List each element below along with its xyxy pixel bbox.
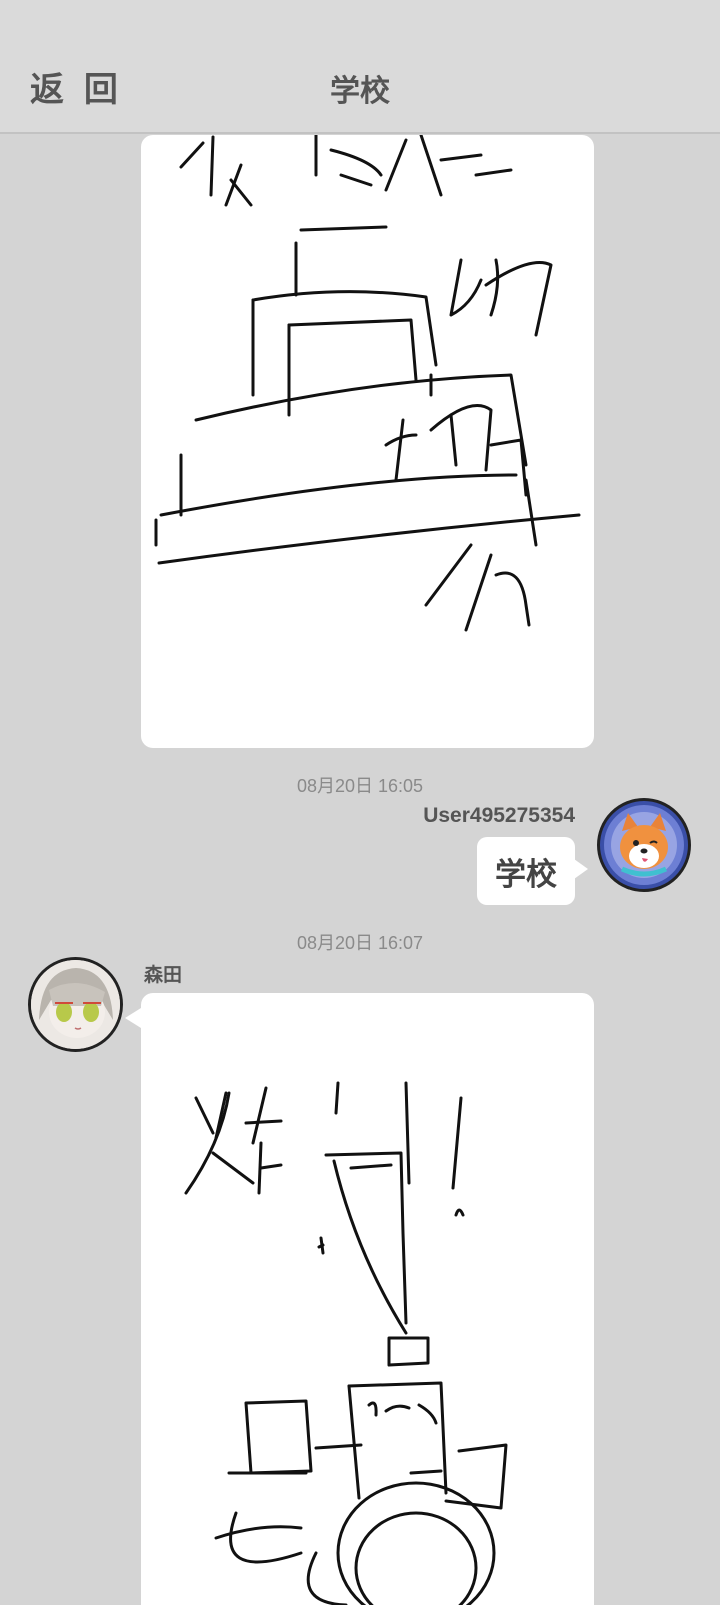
drawing-message-2[interactable] [141,993,594,1605]
sender-username: User495275354 [423,804,575,827]
user-avatar-dog-icon[interactable] [597,798,691,892]
friend-avatar-icon[interactable] [28,957,123,1052]
sent-message-bubble[interactable]: 学校 [477,837,588,905]
handwritten-drawing-1 [154,135,581,632]
friend-username: 森田 [144,965,183,986]
top-bar: 返 回 学校 [0,0,720,134]
bubble-tail [125,1008,141,1028]
shiba-dog-icon [604,805,684,885]
handwritten-drawing-2 [184,1081,508,1605]
anime-girl-icon [31,960,120,1049]
message-timestamp: 08月20日 16:07 [296,933,424,953]
message-timestamp: 08月20日 16:05 [296,776,424,796]
drawing-message-1[interactable] [141,135,594,748]
page-title: 学校 [330,74,390,109]
